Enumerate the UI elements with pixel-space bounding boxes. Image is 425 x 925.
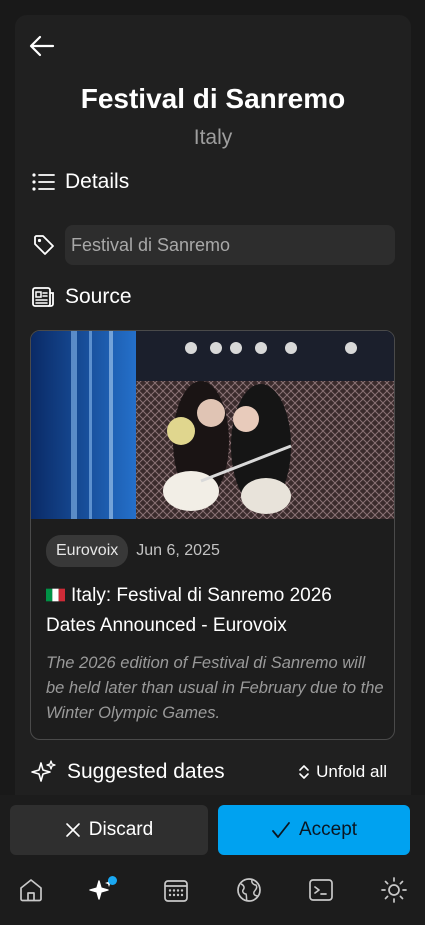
back-button[interactable] [27, 31, 57, 61]
nav-suggestions[interactable] [84, 872, 120, 908]
page-title: Festival di Sanremo [80, 83, 346, 114]
nav-terminal[interactable] [303, 872, 339, 908]
article-image [31, 331, 394, 519]
accept-label: Accept [298, 819, 358, 840]
source-chip[interactable]: Eurovoix [46, 535, 129, 567]
article-title-text: Italy: Festival di Sanremo 2026 Dates An… [46, 585, 332, 636]
source-label: Source [65, 285, 132, 308]
action-bar: Discard Accept [0, 795, 425, 860]
sparkles-icon [31, 760, 56, 782]
nav-theme[interactable] [376, 872, 412, 908]
close-icon [65, 823, 80, 837]
chevron-up-down-icon [299, 765, 309, 779]
tag-input[interactable] [65, 225, 395, 265]
discard-button[interactable]: Discard [10, 805, 208, 855]
checkmark-icon [272, 822, 290, 838]
article-description: The 2026 edition of Festival di Sanremo … [46, 654, 384, 722]
bottom-nav [0, 860, 425, 925]
home-icon [20, 879, 42, 902]
suggested-heading: Suggested dates [31, 759, 225, 785]
article-date: Jun 6, 2025 [136, 542, 220, 559]
card-meta: Eurovoix Jun 6, 2025 [46, 535, 220, 567]
tag-row [31, 225, 395, 265]
nav-globe[interactable] [231, 872, 267, 908]
notification-dot [108, 876, 117, 885]
page-subtitle: Italy [193, 126, 233, 149]
suggested-label: Suggested dates [67, 760, 225, 783]
details-label: Details [65, 170, 130, 193]
source-heading: Source [31, 285, 132, 309]
italy-flag-icon [46, 588, 65, 602]
accept-button[interactable]: Accept [218, 805, 410, 855]
details-heading: Details [31, 170, 129, 194]
nav-calendar[interactable] [158, 872, 194, 908]
globe-icon [237, 878, 261, 902]
nav-home[interactable] [13, 872, 49, 908]
app-screen: Festival di Sanremo Italy Details Festiv… [0, 0, 425, 925]
list-icon [32, 173, 55, 191]
terminal-icon [309, 879, 333, 901]
arrow-left-icon [29, 35, 55, 57]
calendar-icon [164, 880, 188, 902]
article-title: Italy: Festival di Sanremo 2026 Dates An… [46, 581, 381, 641]
sun-icon [381, 877, 407, 903]
tag-icon [31, 232, 57, 258]
unfold-all-label: Unfold all [316, 762, 387, 781]
unfold-all-button[interactable]: Unfold all [298, 762, 387, 782]
discard-label: Discard [88, 819, 154, 840]
source-card[interactable]: Eurovoix Jun 6, 2025 Italy: Festival di … [30, 330, 395, 740]
newspaper-icon [32, 287, 54, 307]
detail-panel: Festival di Sanremo Italy Details Festiv… [15, 15, 411, 815]
